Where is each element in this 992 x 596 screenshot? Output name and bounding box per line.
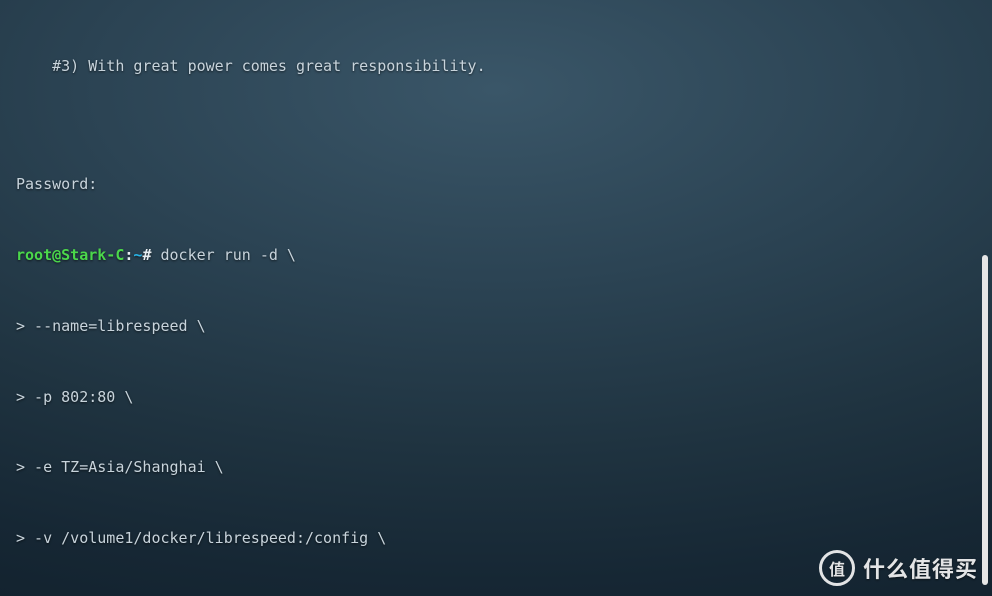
watermark-text: 什么值得买: [863, 557, 978, 579]
prompt-hash: #: [142, 246, 160, 264]
scrollbar[interactable]: [982, 255, 988, 585]
terminal[interactable]: #3) With great power comes great respons…: [0, 0, 992, 596]
command-cont: > --name=librespeed \: [16, 315, 976, 339]
sudo-responsibility-line: #3) With great power comes great respons…: [16, 55, 976, 79]
watermark-badge-icon: 值: [819, 550, 855, 586]
shell-prompt-line: root@Stark-C:~# docker run -d \: [16, 244, 976, 268]
watermark: 值 什么值得买: [819, 550, 978, 586]
password-prompt: Password:: [16, 173, 976, 197]
command-cont: > -p 802:80 \: [16, 386, 976, 410]
command-cont: > -v /volume1/docker/librespeed:/config …: [16, 527, 976, 551]
command-cont: > -e TZ=Asia/Shanghai \: [16, 456, 976, 480]
prompt-userhost: root@Stark-C: [16, 246, 124, 264]
command-start: docker run -d \: [161, 246, 296, 264]
